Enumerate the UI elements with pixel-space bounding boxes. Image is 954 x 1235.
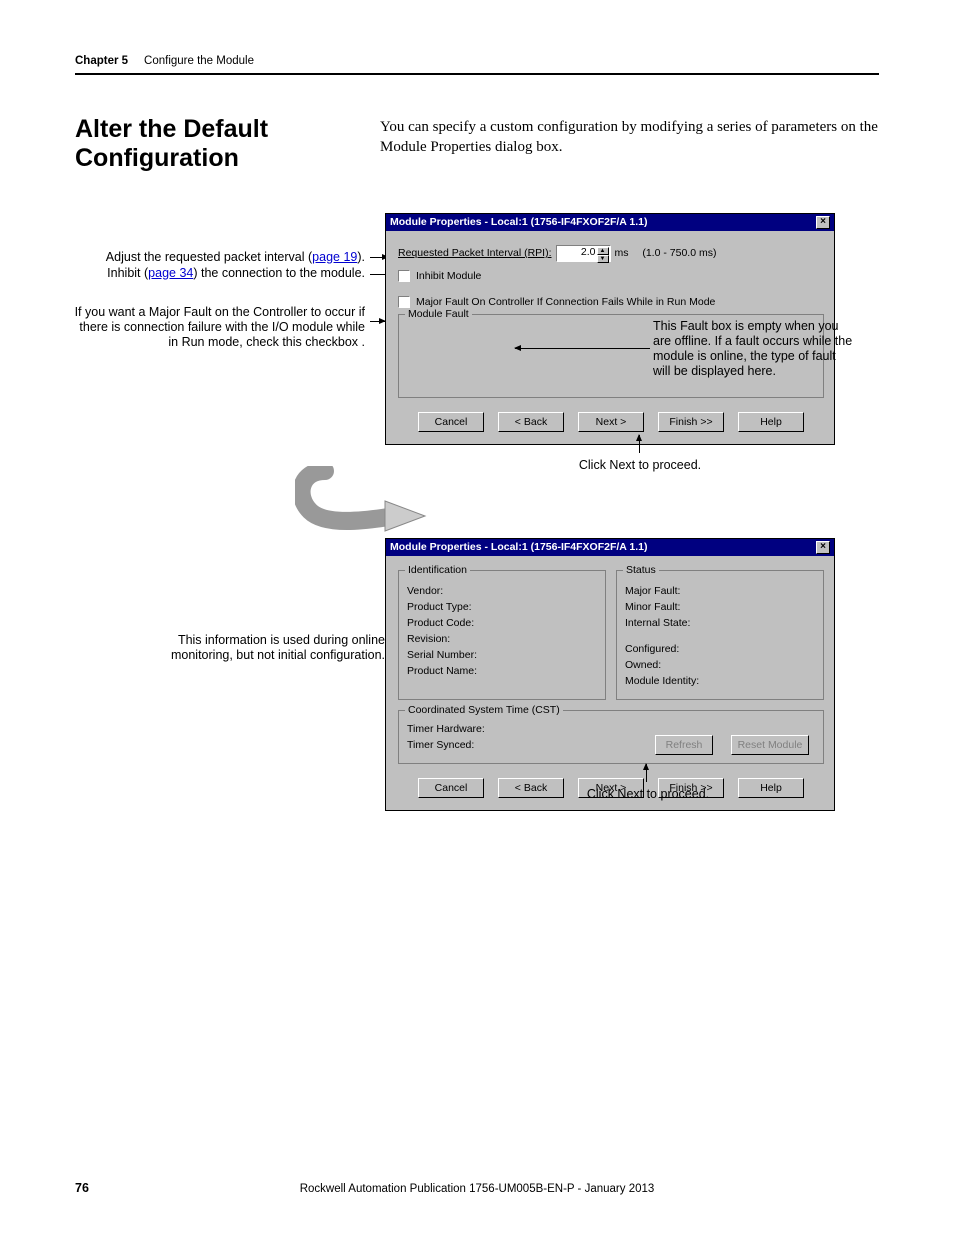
diagram-area: Adjust the requested packet interval (pa… [75, 213, 879, 813]
internal-state-label: Internal State: [625, 617, 815, 629]
product-code-label: Product Code: [407, 617, 597, 629]
module-identity-label: Module Identity: [625, 675, 815, 687]
intro-text: You can specify a custom configuration b… [380, 115, 879, 173]
vendor-label: Vendor: [407, 585, 597, 597]
major-fault-label: Major Fault: [625, 585, 815, 597]
callout-rpi-text-a: Adjust the requested packet interval ( [106, 250, 312, 264]
chapter-title: Configure the Module [144, 55, 254, 67]
inhibit-checkbox[interactable] [398, 270, 410, 282]
leader-line [370, 321, 385, 322]
cancel-button[interactable]: Cancel [418, 778, 484, 798]
leader-line [515, 348, 650, 349]
section-heading: Alter the Default Configuration [75, 115, 340, 173]
link-page-19[interactable]: page 19 [312, 250, 357, 264]
identification-group: Identification Vendor: Product Type: Pro… [398, 570, 606, 700]
dialog-title: Module Properties - Local:1 (1756-IF4FXO… [390, 541, 648, 553]
finish-button[interactable]: Finish >> [658, 412, 724, 432]
click-next-label-1: Click Next to proceed. [575, 458, 705, 472]
configured-label: Configured: [625, 643, 815, 655]
rpi-label: Requested Packet Interval (RPI): [398, 247, 552, 259]
callout-major-fault: If you want a Major Fault on the Control… [70, 305, 365, 351]
callout-rpi-text-b: ). [357, 250, 365, 264]
major-fault-checkbox[interactable] [398, 296, 410, 308]
callout-inhibit-text-a: Inhibit ( [107, 266, 148, 280]
inhibit-label: Inhibit Module [416, 270, 481, 282]
link-page-34[interactable]: page 34 [148, 266, 193, 280]
next-button[interactable]: Next > [578, 412, 644, 432]
dialog-title: Module Properties - Local:1 (1756-IF4FXO… [390, 216, 648, 228]
minor-fault-label: Minor Fault: [625, 601, 815, 613]
rpi-range: (1.0 - 750.0 ms) [642, 247, 716, 259]
callout-inhibit: Inhibit (page 34) the connection to the … [70, 266, 365, 281]
rpi-input[interactable]: 2.0 ▲▼ [556, 245, 611, 262]
revision-label: Revision: [407, 633, 597, 645]
product-name-label: Product Name: [407, 665, 597, 677]
callout-rpi: Adjust the requested packet interval (pa… [70, 250, 365, 265]
serial-label: Serial Number: [407, 649, 597, 661]
callout-fault-box: This Fault box is empty when you are off… [653, 319, 853, 380]
cancel-button[interactable]: Cancel [418, 412, 484, 432]
timer-synced-label: Timer Synced: [407, 739, 485, 751]
help-button[interactable]: Help [738, 412, 804, 432]
back-button[interactable]: < Back [498, 778, 564, 798]
footer-publication: Rockwell Automation Publication 1756-UM0… [0, 1183, 954, 1195]
rpi-stepper[interactable]: ▲▼ [597, 247, 609, 260]
titlebar: Module Properties - Local:1 (1756-IF4FXO… [386, 539, 834, 556]
close-icon[interactable]: × [816, 216, 830, 229]
groupbox-title: Module Fault [405, 308, 472, 320]
leader-line [639, 435, 640, 453]
cst-group: Coordinated System Time (CST) Timer Hard… [398, 710, 824, 764]
button-row: Cancel < Back Next > Finish >> Help [398, 412, 824, 434]
chapter-number: Chapter 5 [75, 55, 128, 67]
rpi-value: 2.0 [581, 246, 596, 258]
help-button[interactable]: Help [738, 778, 804, 798]
flow-arrow-icon [295, 466, 435, 536]
groupbox-title: Coordinated System Time (CST) [405, 704, 563, 716]
status-group: Status Major Fault: Minor Fault: Interna… [616, 570, 824, 700]
timer-hardware-label: Timer Hardware: [407, 723, 485, 735]
groupbox-title: Identification [405, 564, 470, 576]
callout-online-info: This information is used during online m… [135, 633, 385, 664]
reset-module-button[interactable]: Reset Module [731, 735, 809, 755]
refresh-button[interactable]: Refresh [655, 735, 713, 755]
major-fault-label: Major Fault On Controller If Connection … [416, 296, 715, 308]
groupbox-title: Status [623, 564, 659, 576]
product-type-label: Product Type: [407, 601, 597, 613]
close-icon[interactable]: × [816, 541, 830, 554]
module-properties-dialog-2: Module Properties - Local:1 (1756-IF4FXO… [385, 538, 835, 811]
back-button[interactable]: < Back [498, 412, 564, 432]
titlebar: Module Properties - Local:1 (1756-IF4FXO… [386, 214, 834, 231]
callout-inhibit-text-b: ) the connection to the module. [193, 266, 365, 280]
owned-label: Owned: [625, 659, 815, 671]
click-next-label-2: Click Next to proceed. [583, 787, 713, 801]
leader-line [646, 764, 647, 782]
chapter-header: Chapter 5 Configure the Module [75, 55, 879, 75]
rpi-unit: ms [615, 247, 629, 259]
